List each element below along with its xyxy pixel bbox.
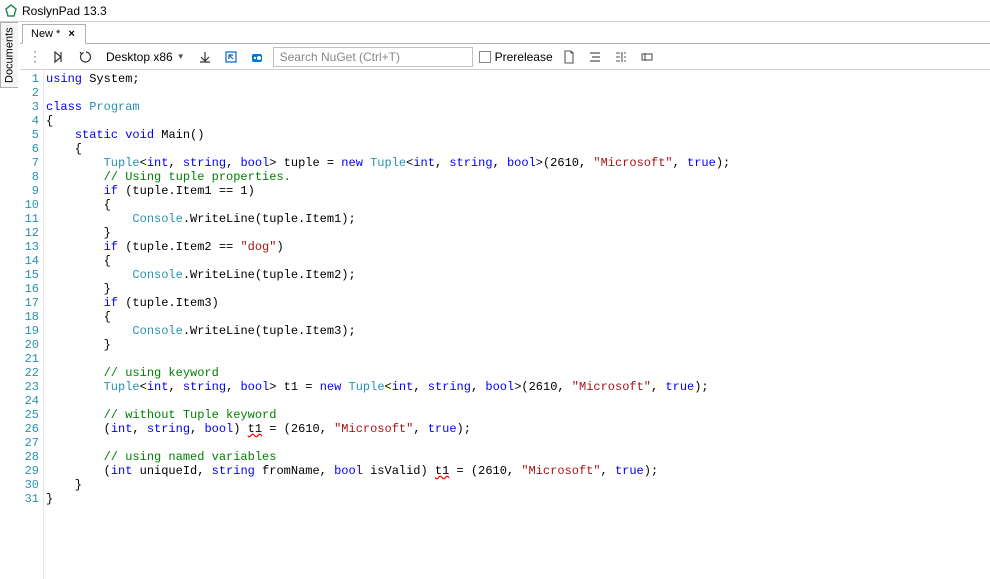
line-number: 27 bbox=[20, 436, 39, 450]
line-number: 9 bbox=[20, 184, 39, 198]
code-line[interactable]: } bbox=[46, 226, 990, 240]
line-number: 1 bbox=[20, 72, 39, 86]
prerelease-checkbox[interactable]: Prerelease bbox=[479, 50, 553, 64]
nuget-button[interactable] bbox=[247, 47, 267, 67]
code-line[interactable]: (int, string, bool) t1 = (2610, "Microso… bbox=[46, 422, 990, 436]
code-line[interactable] bbox=[46, 86, 990, 100]
code-line[interactable]: (int uniqueId, string fromName, bool isV… bbox=[46, 464, 990, 478]
code-line[interactable]: if (tuple.Item2 == "dog") bbox=[46, 240, 990, 254]
line-number: 6 bbox=[20, 142, 39, 156]
code-line[interactable]: { bbox=[46, 198, 990, 212]
code-line[interactable] bbox=[46, 394, 990, 408]
line-number: 4 bbox=[20, 114, 39, 128]
code-line[interactable]: // without Tuple keyword bbox=[46, 408, 990, 422]
code-line[interactable]: // using keyword bbox=[46, 366, 990, 380]
line-number: 24 bbox=[20, 394, 39, 408]
code-line[interactable]: if (tuple.Item3) bbox=[46, 296, 990, 310]
line-number: 29 bbox=[20, 464, 39, 478]
code-line[interactable]: } bbox=[46, 338, 990, 352]
code-line[interactable]: if (tuple.Item1 == 1) bbox=[46, 184, 990, 198]
line-number: 5 bbox=[20, 128, 39, 142]
code-line[interactable]: Tuple<int, string, bool> tuple = new Tup… bbox=[46, 156, 990, 170]
documents-panel-tab[interactable]: Documents bbox=[0, 22, 18, 88]
line-number: 22 bbox=[20, 366, 39, 380]
line-number: 2 bbox=[20, 86, 39, 100]
app-title: RoslynPad 13.3 bbox=[22, 4, 107, 18]
code-line[interactable]: } bbox=[46, 282, 990, 296]
code-line[interactable]: { bbox=[46, 114, 990, 128]
main-area: New * × ⋮ Desktop x86 ▼ Prerelease bbox=[20, 22, 990, 579]
comment-button[interactable] bbox=[611, 47, 631, 67]
line-number: 31 bbox=[20, 492, 39, 506]
open-button[interactable] bbox=[221, 47, 241, 67]
code-line[interactable]: // Using tuple properties. bbox=[46, 170, 990, 184]
line-number-gutter: 1234567891011121314151617181920212223242… bbox=[20, 70, 44, 579]
line-number: 21 bbox=[20, 352, 39, 366]
chevron-down-icon: ▼ bbox=[177, 52, 185, 61]
code-line[interactable]: } bbox=[46, 492, 990, 506]
toolbar: ⋮ Desktop x86 ▼ Prerelease bbox=[20, 44, 990, 70]
line-number: 20 bbox=[20, 338, 39, 352]
line-number: 26 bbox=[20, 422, 39, 436]
line-number: 18 bbox=[20, 310, 39, 324]
code-line[interactable]: Tuple<int, string, bool> t1 = new Tuple<… bbox=[46, 380, 990, 394]
line-number: 3 bbox=[20, 100, 39, 114]
documents-label: Documents bbox=[4, 27, 16, 83]
platform-dropdown[interactable]: Desktop x86 ▼ bbox=[102, 48, 189, 66]
prerelease-label: Prerelease bbox=[495, 50, 553, 64]
code-line[interactable]: Console.WriteLine(tuple.Item3); bbox=[46, 324, 990, 338]
line-number: 14 bbox=[20, 254, 39, 268]
rename-button[interactable] bbox=[637, 47, 657, 67]
checkbox-icon bbox=[479, 51, 491, 63]
line-number: 10 bbox=[20, 198, 39, 212]
code-line[interactable]: using System; bbox=[46, 72, 990, 86]
line-number: 28 bbox=[20, 450, 39, 464]
titlebar: RoslynPad 13.3 bbox=[0, 0, 990, 22]
tab-close-button[interactable]: × bbox=[66, 28, 76, 40]
line-number: 19 bbox=[20, 324, 39, 338]
line-number: 16 bbox=[20, 282, 39, 296]
nuget-search-input[interactable] bbox=[273, 47, 473, 67]
new-document-button[interactable] bbox=[559, 47, 579, 67]
tab-new[interactable]: New * × bbox=[22, 24, 86, 44]
line-number: 15 bbox=[20, 268, 39, 282]
code-line[interactable]: Console.WriteLine(tuple.Item2); bbox=[46, 268, 990, 282]
save-button[interactable] bbox=[195, 47, 215, 67]
code-line[interactable] bbox=[46, 436, 990, 450]
line-number: 8 bbox=[20, 170, 39, 184]
line-number: 17 bbox=[20, 296, 39, 310]
code-line[interactable]: static void Main() bbox=[46, 128, 990, 142]
tabstrip: New * × bbox=[20, 22, 990, 44]
tab-label: New * bbox=[31, 28, 60, 40]
toolbar-grip: ⋮ bbox=[26, 48, 44, 65]
line-number: 30 bbox=[20, 478, 39, 492]
line-number: 11 bbox=[20, 212, 39, 226]
format-button[interactable] bbox=[585, 47, 605, 67]
line-number: 23 bbox=[20, 380, 39, 394]
platform-label: Desktop x86 bbox=[106, 50, 173, 64]
code-line[interactable]: { bbox=[46, 310, 990, 324]
code-line[interactable]: Console.WriteLine(tuple.Item1); bbox=[46, 212, 990, 226]
code-line[interactable]: // using named variables bbox=[46, 450, 990, 464]
app-icon bbox=[4, 4, 18, 18]
code-editor[interactable]: 1234567891011121314151617181920212223242… bbox=[20, 70, 990, 579]
restart-button[interactable] bbox=[76, 47, 96, 67]
code-line[interactable]: { bbox=[46, 142, 990, 156]
line-number: 25 bbox=[20, 408, 39, 422]
code-line[interactable]: class Program bbox=[46, 100, 990, 114]
line-number: 7 bbox=[20, 156, 39, 170]
code-line[interactable]: } bbox=[46, 478, 990, 492]
code-content[interactable]: using System; class Program{ static void… bbox=[44, 70, 990, 579]
code-line[interactable]: { bbox=[46, 254, 990, 268]
line-number: 13 bbox=[20, 240, 39, 254]
line-number: 12 bbox=[20, 226, 39, 240]
code-line[interactable] bbox=[46, 352, 990, 366]
run-button[interactable] bbox=[50, 47, 70, 67]
